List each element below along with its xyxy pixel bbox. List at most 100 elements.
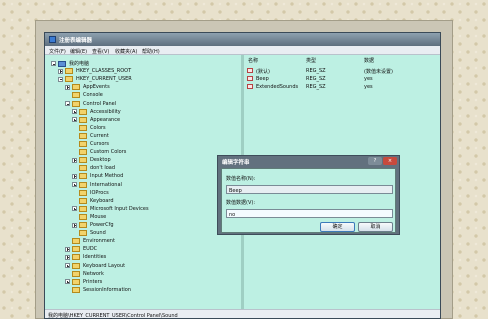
folder-icon: [79, 213, 87, 220]
tree-item-label: Colors: [90, 124, 106, 131]
folder-icon: [72, 270, 80, 277]
folder-icon: [79, 222, 87, 228]
tree-item[interactable]: International: [72, 181, 122, 189]
expand-plus-icon[interactable]: [58, 68, 63, 74]
tree-item[interactable]: Accessibility: [72, 108, 121, 116]
tree-item-label: Console: [83, 92, 103, 99]
tree-item[interactable]: Keyboard Layout: [65, 262, 126, 270]
expand-plus-icon[interactable]: [65, 254, 70, 260]
tree-item[interactable]: Control Panel: [65, 100, 117, 108]
folder-icon: [72, 246, 80, 253]
folder-icon: [79, 116, 87, 123]
tree-item[interactable]: Keyboard: [72, 197, 114, 205]
registry-icon: [49, 36, 56, 43]
tree-item[interactable]: don't load: [72, 165, 115, 172]
folder-icon: [79, 108, 87, 115]
tree-item[interactable]: Current: [72, 132, 109, 140]
expand-plus-icon[interactable]: [72, 157, 77, 163]
folder-icon: [79, 205, 87, 212]
ok-button[interactable]: 确定: [320, 222, 355, 232]
column-header-name[interactable]: 名称: [248, 57, 258, 64]
folder-icon: [79, 132, 87, 139]
tree-item[interactable]: Input Method: [72, 173, 123, 180]
tree-item[interactable]: Printers: [65, 278, 102, 286]
tree-item-label: Sound: [90, 230, 106, 237]
tree-item[interactable]: 我的电脑: [51, 60, 89, 67]
menu-bar: 文件(F) 编辑(E) 查看(V) 收藏夹(A) 帮助(H): [45, 46, 440, 55]
value-type: REG_SZ: [306, 83, 326, 90]
folder-icon: [79, 149, 87, 156]
expand-plus-icon[interactable]: [72, 109, 77, 115]
expand-plus-icon[interactable]: [72, 117, 77, 123]
folder-icon: [72, 238, 80, 245]
tree-item-label: AppEvents: [83, 84, 110, 91]
expand-plus-icon[interactable]: [72, 206, 77, 212]
tree-item[interactable]: Cursors: [72, 141, 109, 148]
help-icon[interactable]: ?: [368, 157, 382, 165]
menu-favorites[interactable]: 收藏夹(A): [115, 48, 137, 55]
tree-item[interactable]: PowerCfg: [72, 222, 114, 229]
folder-icon: [79, 124, 87, 131]
expand-plus-icon[interactable]: [65, 279, 70, 285]
value-row[interactable]: (默认) REG_SZ (数值未设置): [247, 67, 437, 75]
tree-item-label: Environment: [83, 238, 115, 245]
collapse-minus-icon[interactable]: [58, 76, 63, 82]
tree-item-label: Keyboard Layout: [83, 262, 126, 269]
value-data: (数值未设置): [364, 68, 393, 75]
tree-item[interactable]: Microsoft Input Devices: [72, 205, 149, 213]
column-header-data[interactable]: 数据: [364, 57, 374, 64]
value-row[interactable]: Beep REG_SZ yes: [247, 75, 437, 82]
value-name-label: 数值名称(N):: [226, 176, 256, 182]
column-header-type[interactable]: 类型: [306, 57, 316, 64]
tree-item[interactable]: HKEY_CURRENT_USER: [58, 76, 132, 83]
tree-item-label: Current: [90, 132, 109, 139]
tree-item[interactable]: Identities: [65, 254, 106, 261]
menu-view[interactable]: 查看(V): [92, 48, 109, 55]
tree-item-label: Custom Colors: [90, 149, 127, 156]
tree-item-label: Control Panel: [83, 100, 117, 107]
collapse-minus-icon[interactable]: [65, 101, 70, 106]
expand-plus-icon[interactable]: [72, 173, 77, 179]
tree-item-label: HKEY_CURRENT_USER: [76, 76, 132, 83]
expand-plus-icon[interactable]: [72, 182, 77, 187]
tree-item[interactable]: HKEY_CLASSES_ROOT: [58, 68, 131, 75]
tree-item[interactable]: Mouse: [72, 213, 106, 221]
tree-item[interactable]: IOProcs: [72, 189, 109, 197]
expand-plus-icon[interactable]: [72, 222, 77, 228]
tree-item-label: IOProcs: [90, 189, 109, 196]
collapse-minus-icon[interactable]: [51, 61, 56, 66]
edit-string-dialog: 编辑字符串 ? × 数值名称(N): Beep 数值数据(V): no 确定 取…: [217, 155, 400, 235]
tree-item[interactable]: AppEvents: [65, 84, 110, 91]
tree-item[interactable]: Desktop: [72, 157, 111, 164]
folder-icon: [72, 286, 80, 293]
tree-item-label: Accessibility: [90, 108, 121, 115]
close-icon[interactable]: ×: [383, 157, 397, 165]
tree-item[interactable]: SessionInformation: [65, 286, 131, 294]
window-title: 注册表编辑器: [59, 38, 93, 44]
cancel-button[interactable]: 取消: [358, 222, 393, 232]
tree-item[interactable]: Environment: [65, 238, 115, 245]
tree-item-label: Identities: [83, 254, 107, 261]
expand-plus-icon[interactable]: [65, 84, 70, 90]
value-data-field[interactable]: no: [226, 209, 393, 218]
tree-item[interactable]: Colors: [72, 124, 106, 132]
expand-plus-icon[interactable]: [65, 263, 70, 268]
tree-item[interactable]: Sound: [72, 230, 106, 237]
value-row[interactable]: ExtendedSounds REG_SZ yes: [247, 83, 437, 90]
tree-item[interactable]: Appearance: [72, 116, 121, 124]
value-name-field[interactable]: Beep: [226, 185, 393, 194]
tree-item[interactable]: Console: [65, 92, 103, 99]
menu-edit[interactable]: 编辑(E): [70, 48, 87, 55]
folder-icon: [79, 165, 87, 172]
expand-plus-icon[interactable]: [65, 246, 70, 252]
menu-help[interactable]: 帮助(H): [142, 48, 160, 55]
status-bar: 我的电脑\HKEY_CURRENT_USER\Control Panel\Sou…: [45, 309, 440, 319]
window-titlebar[interactable]: 注册表编辑器: [45, 33, 440, 46]
tree-item[interactable]: EUDC: [65, 246, 97, 253]
string-value-icon: [247, 84, 253, 89]
tree-item[interactable]: Network: [65, 270, 104, 278]
menu-file[interactable]: 文件(F): [49, 48, 66, 55]
tree-item-label: Network: [83, 270, 104, 277]
tree-item-label: Appearance: [90, 116, 121, 123]
tree-item[interactable]: Custom Colors: [72, 149, 126, 156]
